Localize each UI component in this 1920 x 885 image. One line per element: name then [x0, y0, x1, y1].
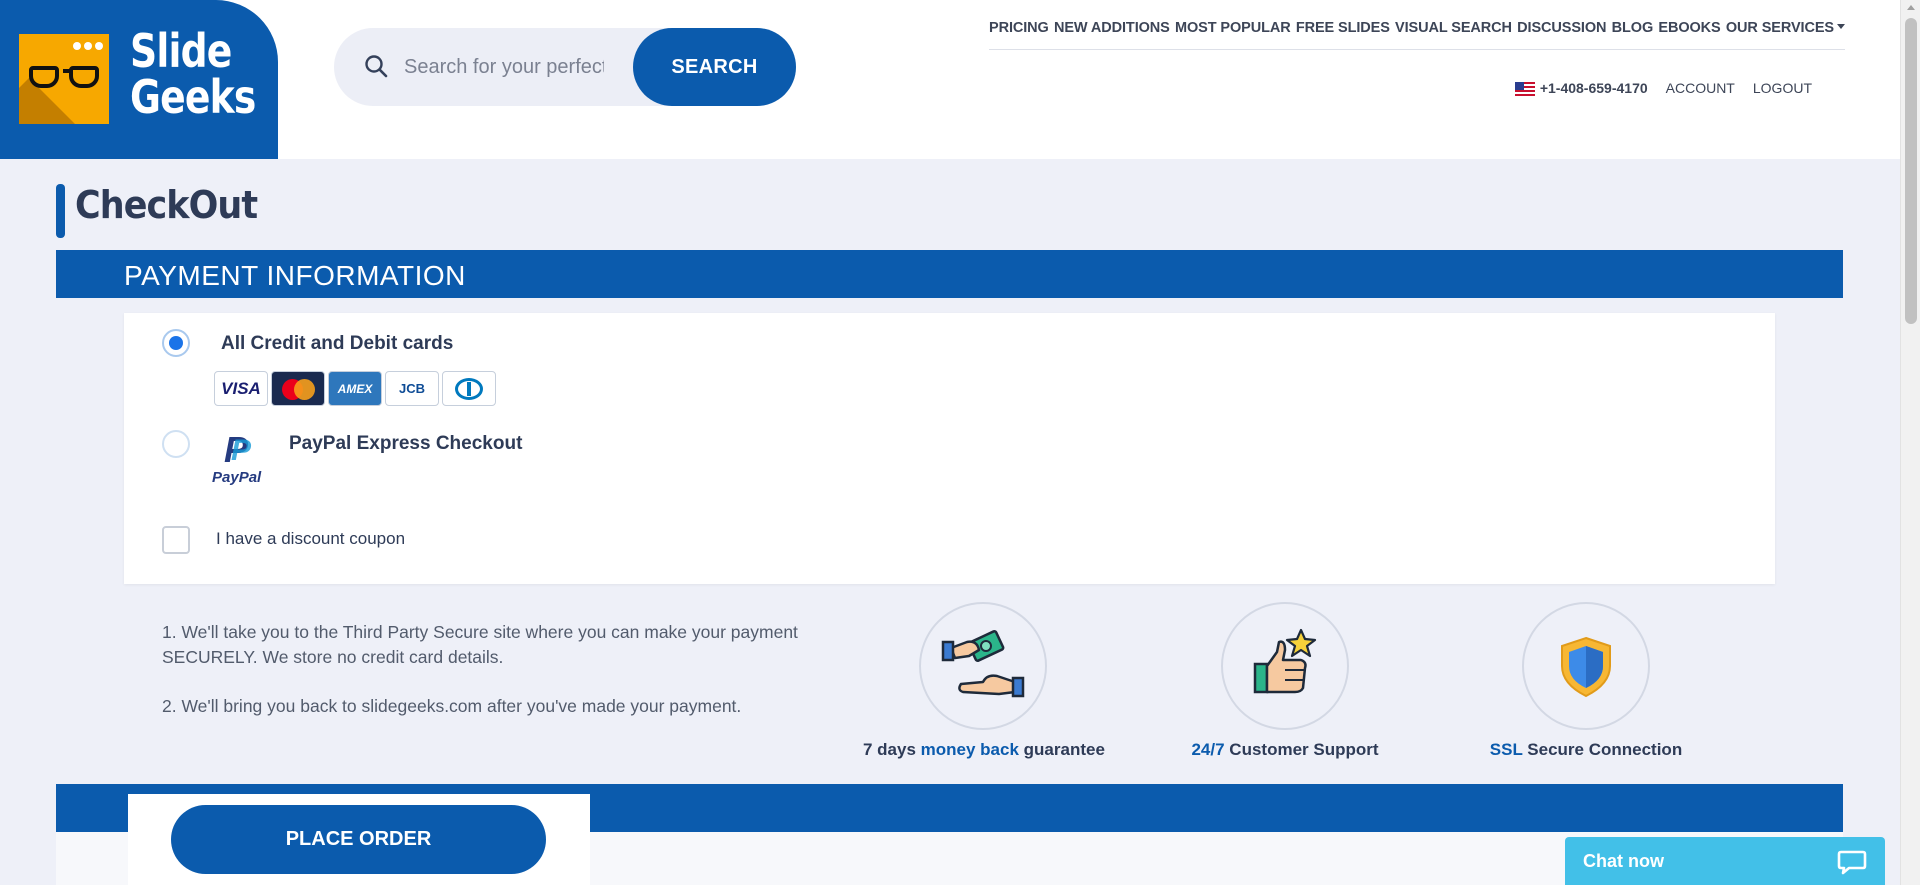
place-order-button[interactable]: PLACE ORDER: [171, 805, 546, 874]
badge-money-back: 7 days money back guarantee: [863, 602, 1105, 760]
option-label-paypal[interactable]: PayPal Express Checkout: [289, 433, 522, 455]
payment-section-title: PAYMENT INFORMATION: [124, 260, 466, 291]
mastercard-icon: [271, 371, 325, 406]
chat-label: Chat now: [1583, 851, 1664, 871]
phone-link[interactable]: +1-408-659-4170: [1514, 80, 1648, 97]
radio-credit-cards[interactable]: [162, 329, 190, 357]
title-accent-bar: [56, 184, 65, 238]
discount-coupon-label[interactable]: I have a discount coupon: [216, 529, 405, 549]
note-item: 1. We'll take you to the Third Party Sec…: [162, 622, 798, 667]
search-input[interactable]: [404, 48, 604, 86]
nav-discussion[interactable]: DISCUSSION: [1517, 20, 1606, 49]
us-flag-icon: [1514, 82, 1535, 97]
chat-bubble-icon: [1837, 850, 1867, 875]
nav-visual-search[interactable]: VISUAL SEARCH: [1395, 20, 1512, 49]
logout-link[interactable]: LOGOUT: [1753, 80, 1812, 96]
logo-glasses-icon: [19, 34, 109, 124]
option-label-credit-cards[interactable]: All Credit and Debit cards: [221, 333, 453, 355]
jcb-icon: JCB: [385, 371, 439, 406]
phone-number: +1-408-659-4170: [1539, 80, 1648, 96]
account-bar: +1-408-659-4170 ACCOUNT LOGOUT: [1514, 80, 1812, 97]
logo-wordmark: Slide Geeks: [130, 24, 256, 124]
nav-most-popular[interactable]: MOST POPULAR: [1175, 20, 1291, 49]
payment-options-card: All Credit and Debit cards VISA AMEX JCB…: [124, 313, 1775, 584]
discount-coupon-checkbox[interactable]: [162, 526, 190, 554]
logo[interactable]: Slide Geeks: [0, 0, 278, 159]
badge-support: 24/7 Customer Support: [1165, 602, 1405, 760]
scrollbar-thumb[interactable]: [1905, 18, 1917, 324]
site-header: Slide Geeks SEARCH PRICING NEW ADDITIONS…: [0, 0, 1900, 159]
note-item: 2. We'll bring you back to slidegeeks.co…: [162, 696, 742, 716]
badge-ssl: SSL Secure Connection: [1466, 602, 1706, 760]
nav-blog[interactable]: BLOG: [1612, 20, 1654, 49]
card-logos: VISA AMEX JCB: [214, 371, 496, 406]
thumbs-up-star-icon: [1253, 628, 1317, 694]
nav-pricing[interactable]: PRICING: [989, 20, 1049, 49]
radio-paypal[interactable]: [162, 430, 190, 458]
page-title: CheckOut: [75, 183, 258, 227]
chat-widget[interactable]: Chat now: [1565, 837, 1885, 885]
badge-caption: SSL Secure Connection: [1489, 740, 1683, 759]
paypal-icon: PP PayPal: [212, 429, 262, 486]
payment-section-header: PAYMENT INFORMATION: [56, 250, 1843, 298]
nav-free-slides[interactable]: FREE SLIDES: [1296, 20, 1390, 49]
nav-our-services-label: OUR SERVICES: [1725, 20, 1834, 36]
account-link[interactable]: ACCOUNT: [1666, 80, 1735, 96]
visa-icon: VISA: [214, 371, 268, 406]
nav-new-additions[interactable]: NEW ADDITIONS: [1054, 20, 1170, 49]
payment-notes: 1. We'll take you to the Third Party Sec…: [162, 620, 812, 719]
main-nav: PRICING NEW ADDITIONS MOST POPULAR FREE …: [989, 20, 1845, 50]
scroll-up-arrow-icon[interactable]: [1907, 5, 1915, 10]
search-bar: SEARCH: [334, 28, 796, 106]
nav-our-services[interactable]: OUR SERVICES: [1726, 20, 1845, 49]
caret-down-icon: [1836, 23, 1845, 29]
money-exchange-icon: [941, 630, 1025, 698]
badge-caption: 24/7 Customer Support: [1191, 740, 1379, 759]
shield-icon: [1561, 636, 1611, 698]
page-scrollbar[interactable]: [1900, 0, 1920, 885]
search-button[interactable]: SEARCH: [633, 28, 796, 106]
nav-ebooks[interactable]: EBOOKS: [1658, 20, 1720, 49]
badge-caption: 7 days money back guarantee: [863, 740, 1105, 759]
diners-club-icon: [442, 371, 496, 406]
amex-icon: AMEX: [328, 371, 382, 406]
search-icon: [365, 55, 388, 78]
